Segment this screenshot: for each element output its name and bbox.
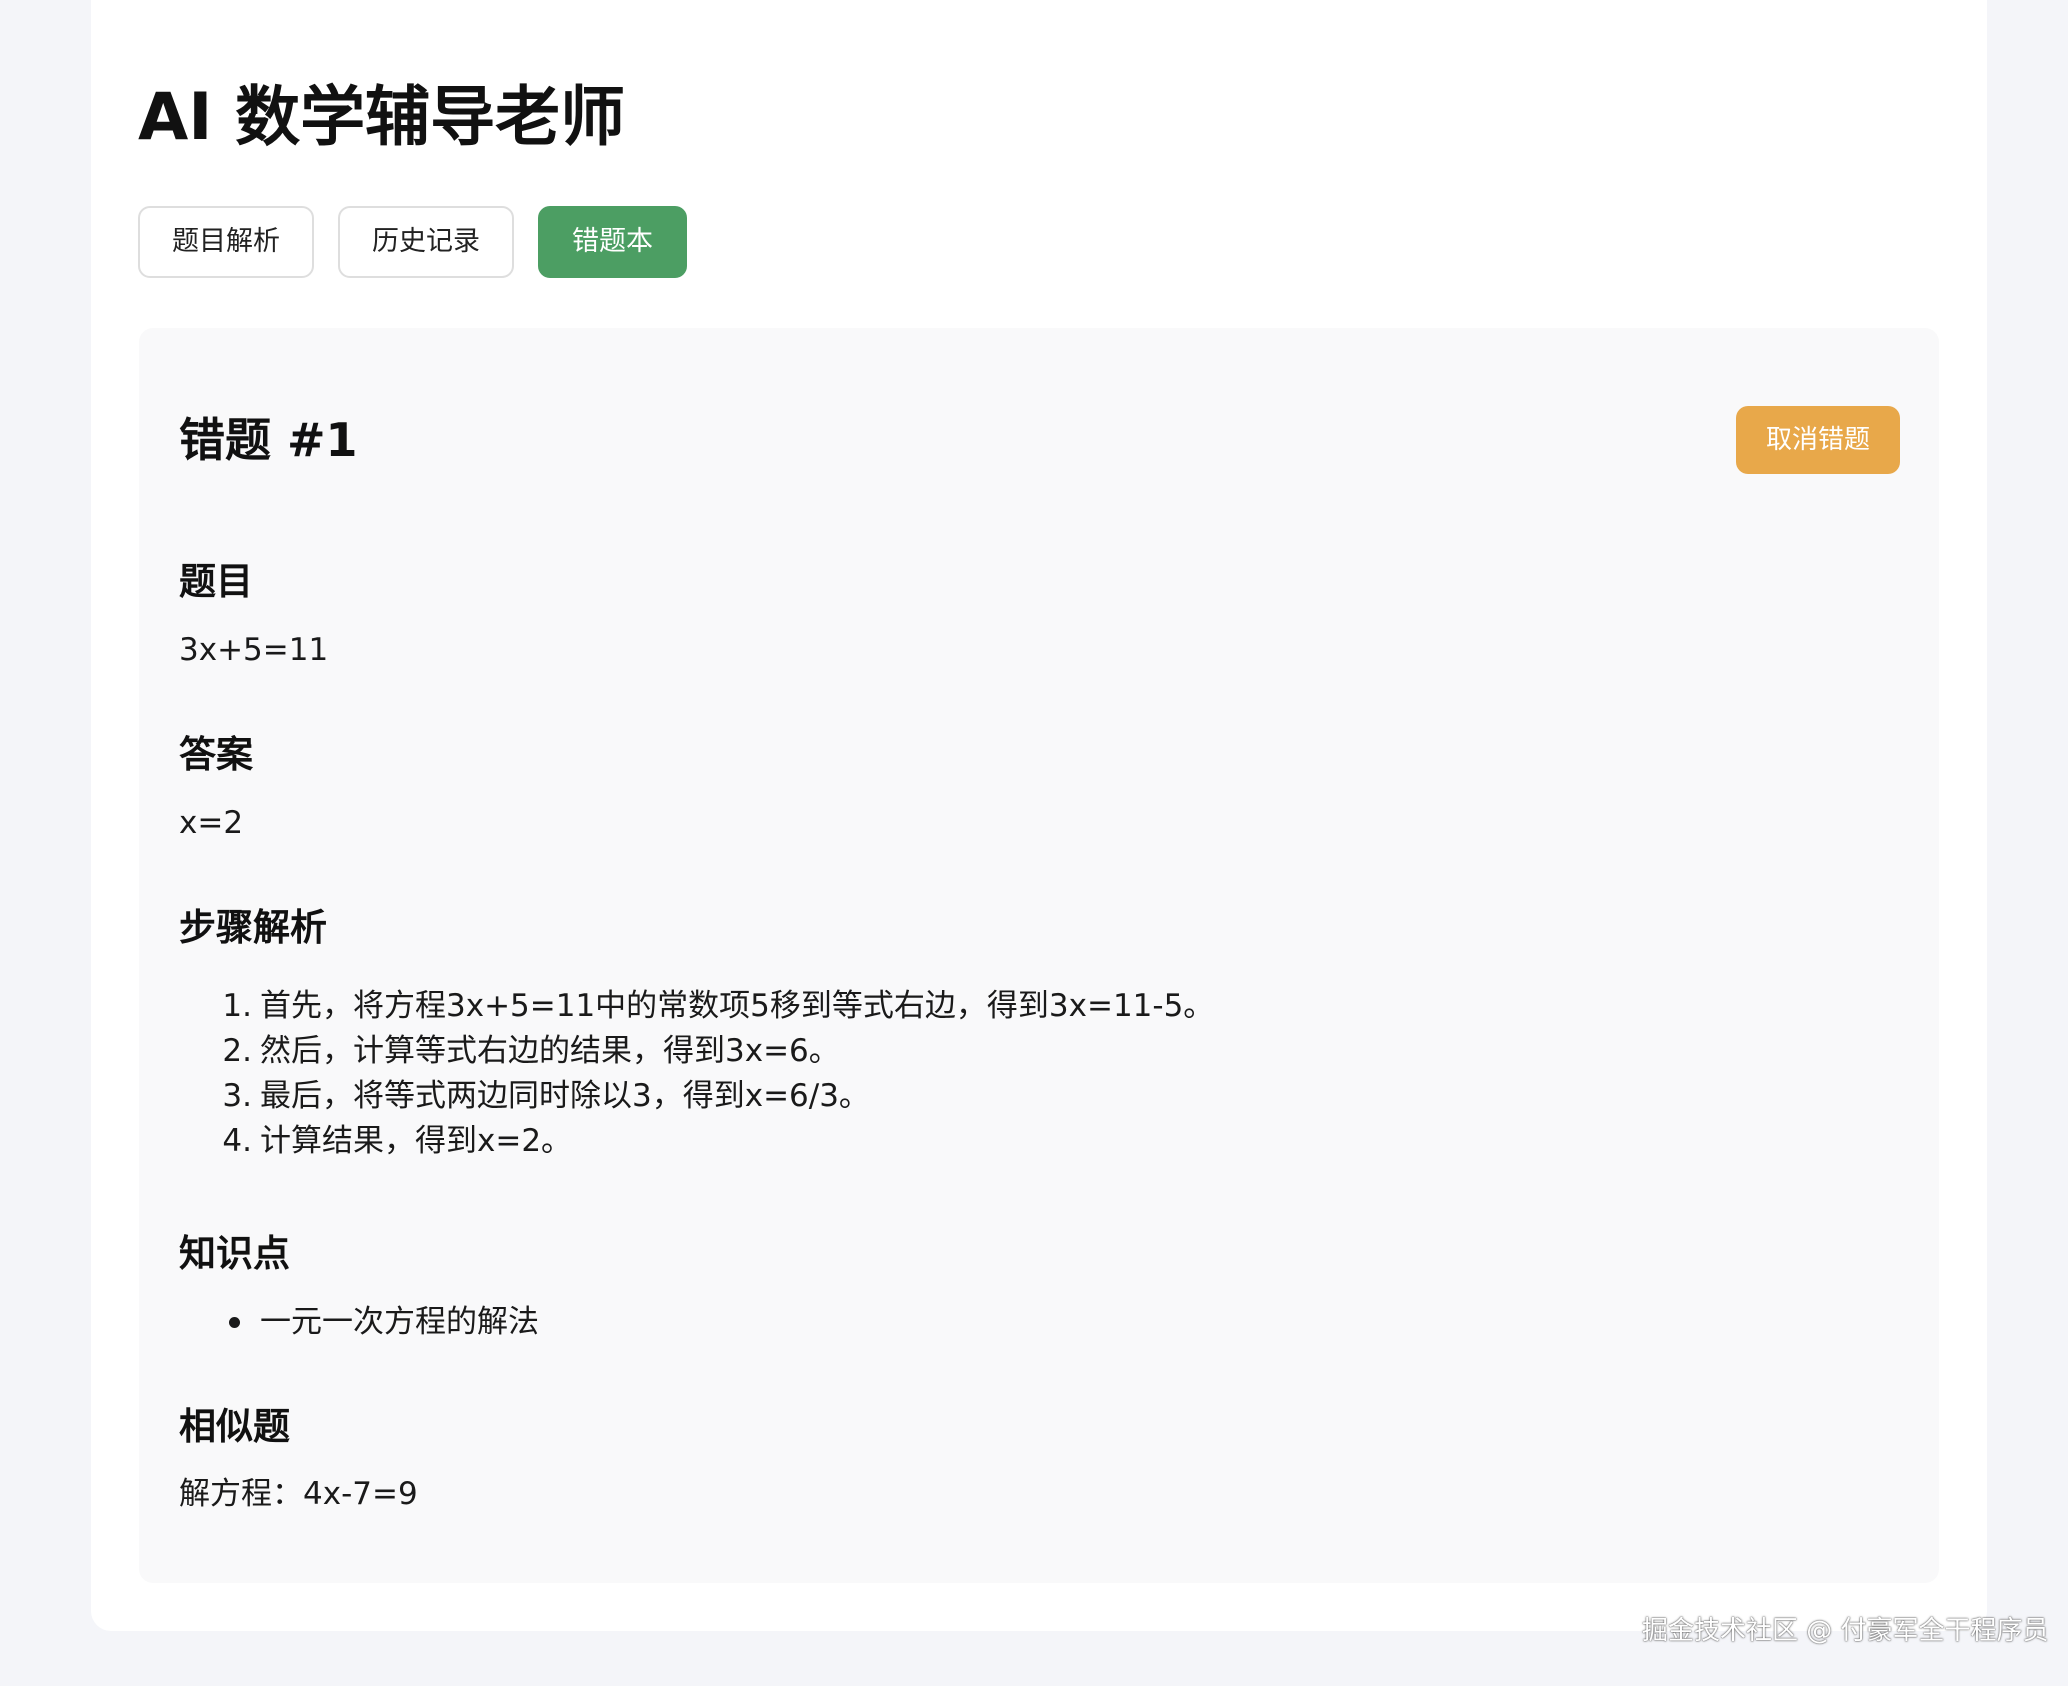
step-number: 1. [222,988,252,1024]
knowledge-text: 一元一次方程的解法 [260,1304,539,1340]
mistake-card: 错题 #1 取消错题 题目 3x+5=11 答案 x=2 步骤解析 1. 首先，… [139,328,1939,1583]
question-text: 3x+5=11 [179,632,329,668]
tab-history[interactable]: 历史记录 [338,206,514,278]
step-number: 3. [222,1078,252,1114]
knowledge-heading: 知识点 [179,1232,290,1275]
step-text: 首先，将方程3x+5=11中的常数项5移到等式右边，得到3x=11-5。 [260,988,1215,1024]
step-text: 然后，计算等式右边的结果，得到3x=6。 [260,1033,840,1069]
step-item: 1. 首先，将方程3x+5=11中的常数项5移到等式右边，得到3x=11-5。 [179,984,1214,1029]
similar-question-text: 解方程：4x-7=9 [179,1476,418,1512]
remove-mistake-button[interactable]: 取消错题 [1736,406,1900,474]
tab-bar: 题目解析 历史记录 错题本 [138,206,687,278]
step-item: 3. 最后，将等式两边同时除以3，得到x=6/3。 [179,1074,1214,1119]
bullet-icon [229,1316,240,1328]
step-text: 最后，将等式两边同时除以3，得到x=6/3。 [260,1078,870,1114]
tab-question-analysis[interactable]: 题目解析 [138,206,314,278]
steps-heading: 步骤解析 [179,906,327,949]
knowledge-list: 一元一次方程的解法 [179,1300,539,1344]
step-item: 4. 计算结果，得到x=2。 [179,1119,1214,1164]
similar-heading: 相似题 [179,1405,290,1448]
step-number: 4. [222,1123,252,1159]
steps-list: 1. 首先，将方程3x+5=11中的常数项5移到等式右边，得到3x=11-5。 … [179,984,1214,1164]
tab-mistake-book[interactable]: 错题本 [538,206,687,278]
question-heading: 题目 [179,560,253,603]
mistake-title: 错题 #1 [179,413,358,467]
knowledge-item: 一元一次方程的解法 [179,1300,539,1344]
answer-heading: 答案 [179,733,253,776]
answer-text: x=2 [179,805,244,841]
step-item: 2. 然后，计算等式右边的结果，得到3x=6。 [179,1029,1214,1074]
step-text: 计算结果，得到x=2。 [260,1123,573,1159]
page-title: AI 数学辅导老师 [138,80,626,155]
step-number: 2. [222,1033,252,1069]
watermark: 掘金技术社区 @ 付豪军全干程序员 [1642,1616,2049,1646]
